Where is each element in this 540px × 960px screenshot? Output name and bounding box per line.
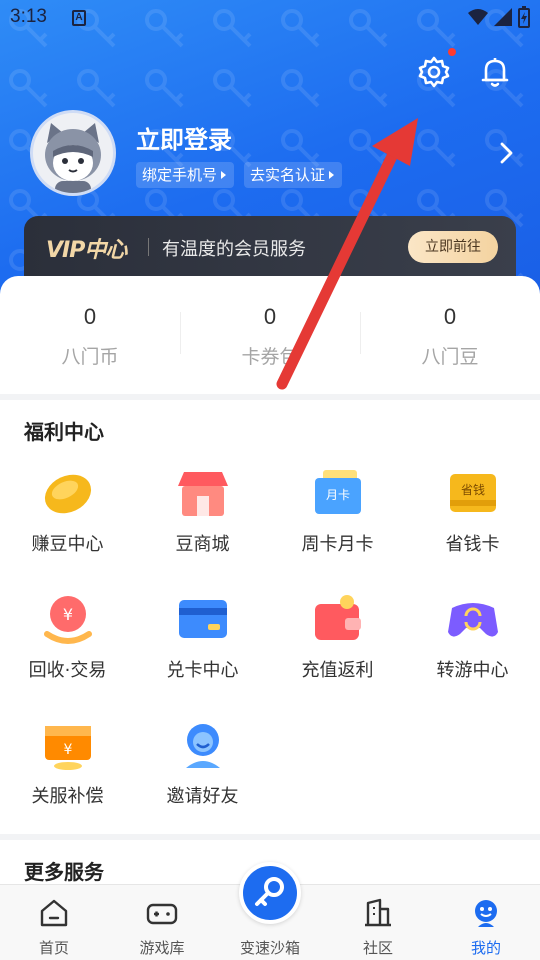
raccoon-avatar-icon	[45, 123, 101, 193]
stat-value: 0	[263, 304, 277, 329]
wallet-icon	[315, 595, 361, 640]
stat-coins[interactable]: 0 八门币	[0, 276, 180, 394]
triangle-right-icon	[221, 170, 227, 179]
recycle-icon: ¥	[44, 596, 92, 644]
grid-item-recharge-rebate[interactable]: 充值返利	[270, 592, 405, 702]
profile-icon	[475, 900, 497, 927]
keyboard-indicator-icon: A	[72, 10, 86, 26]
status-time: 3:13	[10, 6, 47, 27]
grid-item-game-transfer[interactable]: 转游中心	[405, 592, 540, 702]
vip-go-button[interactable]: 立即前往	[408, 231, 498, 263]
bind-phone-label: 绑定手机号	[142, 166, 218, 184]
invite-icon	[186, 724, 220, 768]
svg-text:¥: ¥	[63, 605, 73, 624]
tab-label: 社区	[362, 939, 393, 957]
wifi-icon	[468, 9, 488, 25]
grid-item-week-month-card[interactable]: 月卡 周卡月卡	[270, 466, 405, 576]
vip-divider	[148, 238, 149, 256]
grid-label: 赚豆中心	[31, 534, 104, 555]
stat-value: 0	[83, 304, 97, 329]
stats-card: 0 八门币 0 卡券包 0 八门豆	[0, 276, 540, 394]
grid-item-bean-shop[interactable]: 豆商城	[135, 466, 270, 576]
tab-home[interactable]: 首页	[0, 885, 108, 960]
grid-item-server-compensation[interactable]: ¥ 关服补偿	[0, 718, 135, 828]
grid-label: 关服补偿	[31, 786, 104, 807]
tab-label: 首页	[38, 939, 69, 957]
grid-label: 转游中心	[436, 660, 509, 681]
stat-value: 0	[443, 304, 457, 329]
bean-icon	[44, 474, 92, 514]
triangle-right-icon	[329, 170, 335, 179]
stat-beans[interactable]: 0 八门豆	[360, 276, 540, 394]
vip-banner[interactable]: VIP中心 有温度的会员服务 立即前往	[24, 216, 516, 280]
realname-label: 去实名认证	[250, 166, 326, 184]
stat-label: 八门豆	[421, 346, 479, 368]
tab-label: 变速沙箱	[239, 939, 300, 957]
bind-phone-link[interactable]: 绑定手机号	[136, 162, 235, 188]
tab-label: 游戏库	[139, 939, 185, 957]
battery-icon	[518, 6, 530, 28]
settings-notification-dot	[448, 48, 456, 56]
grid-item-card-exchange[interactable]: 兑卡中心	[135, 592, 270, 702]
speed-sandbox-button[interactable]	[239, 862, 301, 924]
month-card-badge: 月卡	[326, 488, 350, 502]
avatar[interactable]	[30, 110, 116, 196]
bell-icon[interactable]	[477, 54, 513, 90]
grid-label: 豆商城	[175, 534, 230, 555]
month-card-icon: 月卡	[315, 470, 361, 514]
more-services-title: 更多服务	[24, 860, 104, 884]
stat-coupons[interactable]: 0 卡券包	[180, 276, 360, 394]
tab-game-library[interactable]: 游戏库	[108, 885, 216, 960]
card-exchange-icon	[179, 600, 227, 638]
grid-label: 回收·交易	[28, 660, 107, 681]
grid-item-earn-beans[interactable]: 赚豆中心	[0, 466, 135, 576]
realname-link[interactable]: 去实名认证	[244, 162, 343, 188]
community-icon	[365, 898, 391, 927]
tab-community[interactable]: 社区	[324, 885, 432, 960]
tab-label: 我的	[470, 939, 501, 957]
save-card-badge: 省钱	[461, 482, 485, 497]
gamepad-icon	[448, 603, 498, 637]
vip-description: 有温度的会员服务	[162, 239, 306, 260]
welfare-title: 福利中心	[24, 420, 104, 444]
svg-text:¥: ¥	[64, 742, 73, 758]
stat-label: 卡券包	[241, 346, 299, 368]
save-card-icon: 省钱	[450, 474, 496, 512]
welfare-section: 福利中心 赚豆中心 豆商城 月卡 周卡月卡 省钱 省钱卡 ¥ 回收·交易 兑卡中…	[0, 400, 540, 834]
grid-item-save-card[interactable]: 省钱 省钱卡	[405, 466, 540, 576]
compensation-icon: ¥	[45, 726, 91, 770]
signal-icon	[494, 8, 512, 26]
gamepad-icon	[146, 903, 178, 925]
login-title[interactable]: 立即登录	[136, 120, 232, 155]
profile-sub-links: 绑定手机号 去实名认证	[136, 162, 343, 188]
grid-item-invite-friends[interactable]: 邀请好友	[135, 718, 270, 828]
settings-gear-icon[interactable]	[416, 54, 452, 90]
shop-icon	[178, 472, 228, 516]
grid-item-recycle-trade[interactable]: ¥ 回收·交易	[0, 592, 135, 702]
key-icon	[255, 877, 284, 906]
status-bar: 3:13 A	[0, 0, 540, 36]
grid-label: 邀请好友	[166, 786, 239, 807]
grid-label: 兑卡中心	[166, 660, 239, 681]
stat-label: 八门币	[61, 346, 119, 368]
chevron-right-icon[interactable]	[496, 140, 516, 166]
status-icons	[468, 6, 530, 28]
vip-logo: VIP中心	[46, 238, 127, 263]
grid-label: 周卡月卡	[301, 534, 374, 555]
tab-mine[interactable]: 我的	[432, 885, 540, 960]
grid-label: 充值返利	[301, 660, 374, 681]
home-icon	[40, 899, 68, 927]
grid-label: 省钱卡	[445, 534, 500, 555]
